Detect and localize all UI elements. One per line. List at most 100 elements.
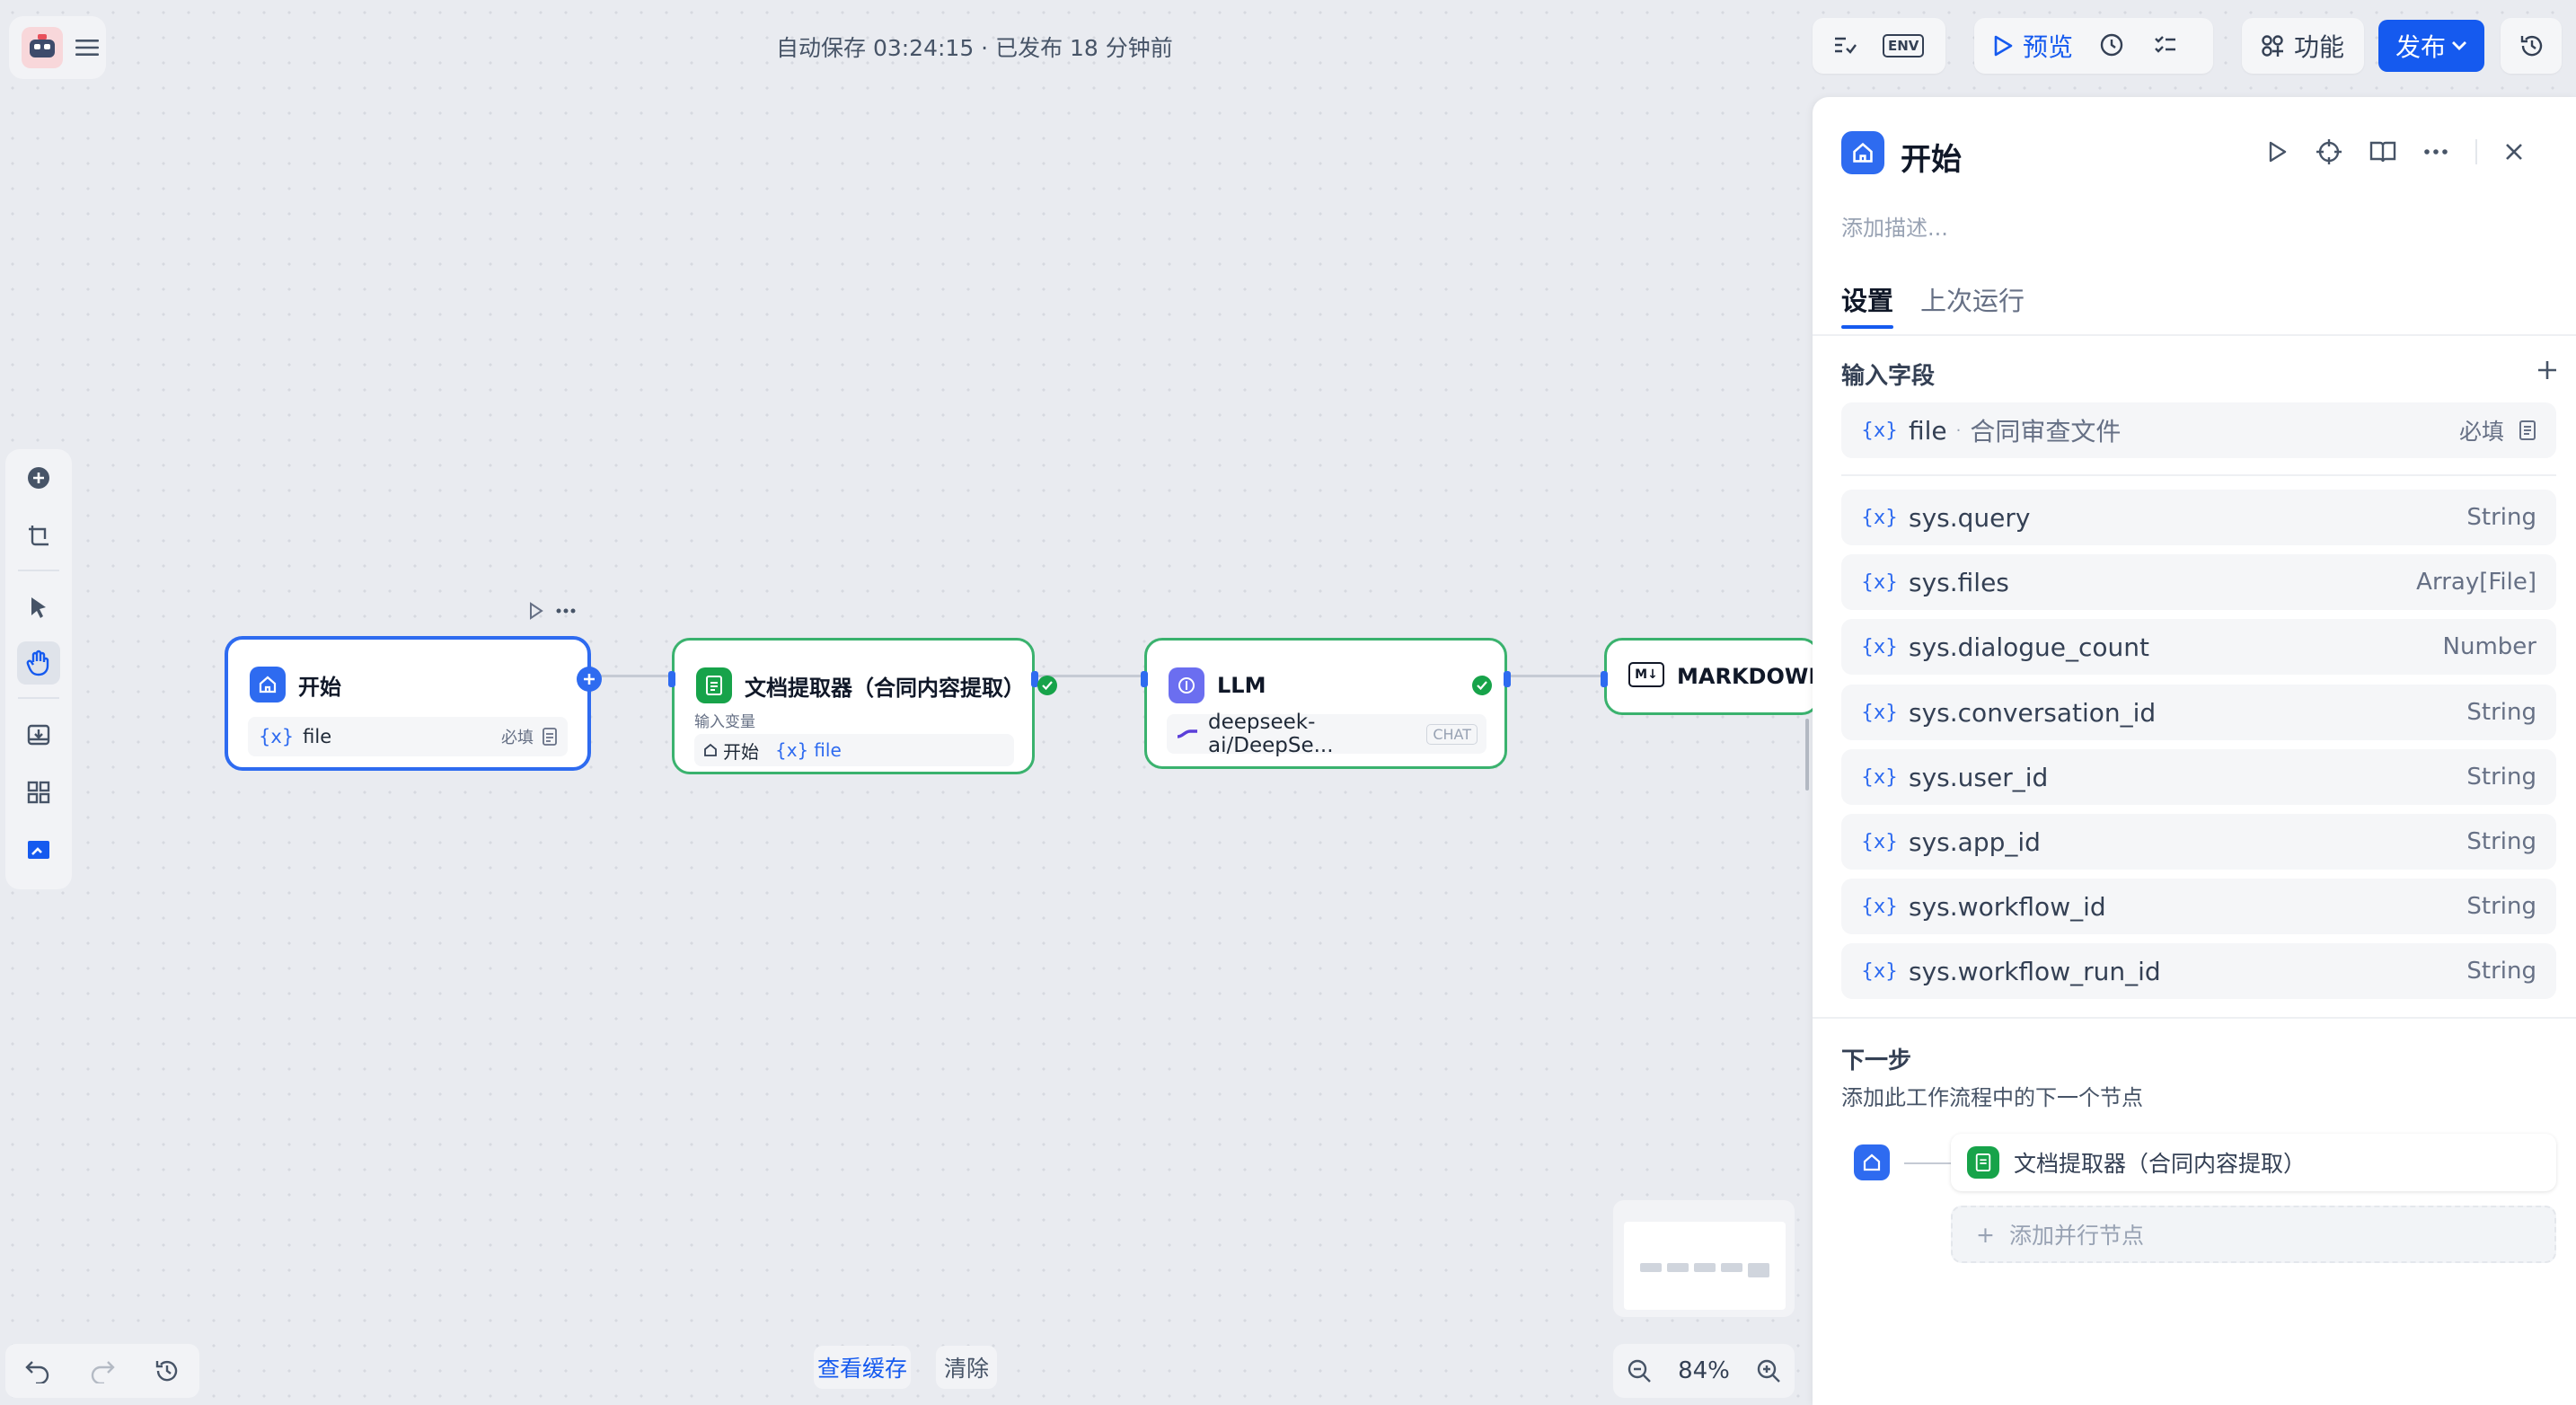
variable-icon: {x} [1861,959,1899,983]
sys-var-name: sys.workflow_run_id [1909,956,2161,986]
redo-icon[interactable] [89,1358,116,1383]
variable-icon: {x} [1861,419,1899,442]
document-extract-icon [1967,1146,1999,1179]
doc-input-src: 开始 [723,740,759,763]
run-node-icon[interactable] [528,602,544,620]
success-check-icon [1472,676,1492,695]
field-required: 必填 [2458,419,2504,445]
run-step-icon[interactable] [2267,139,2289,164]
panel-resize-handle[interactable] [1805,719,1809,791]
plus-icon: + [1976,1221,1995,1248]
clear-button[interactable]: 清除 [936,1346,997,1389]
apps-icon [2260,33,2285,58]
sys-var-name: sys.app_id [1909,826,2041,857]
env-label: ENV [1883,34,1925,57]
sys-var-row: {x} sys.query String [1841,490,2556,545]
zoom-in-icon[interactable] [1756,1358,1781,1383]
more-icon[interactable] [555,607,577,614]
description-input[interactable]: 添加描述... [1841,210,1948,242]
pointer-mode-button[interactable] [17,586,60,629]
document-extract-icon [696,667,732,703]
preview-button[interactable]: 预览 [1983,23,2082,68]
locate-icon[interactable] [2316,138,2342,165]
variable-icon: {x} [1861,570,1899,594]
checklist-icon [1831,32,1857,59]
sys-var-name: sys.user_id [1909,762,2049,792]
llm-node[interactable]: LLM deepseek-ai/DeepSe... CHAT [1141,638,1511,769]
publish-label: 发布 [2395,32,2446,62]
document-icon [543,728,557,746]
tab-settings[interactable]: 设置 [1841,280,1893,318]
minimap[interactable] [1613,1200,1795,1317]
llm-mode-badge: CHAT [1426,723,1478,745]
autosave-status: 自动保存 03:24:15 · 已发布 18 分钟前 [776,35,1173,61]
home-small-icon [703,743,718,757]
run-history-button[interactable] [2089,23,2136,68]
note-icon [26,523,51,548]
llm-model-row: deepseek-ai/DeepSe... CHAT [1167,711,1486,757]
target-handle[interactable] [1141,671,1148,687]
markdown-node[interactable]: M↓ MARKDOWN转 [1601,638,1848,715]
input-field-row[interactable]: {x} file · 合同审查文件 必填 [1841,402,2556,458]
variable-icon: {x} [1861,895,1899,918]
menu-icon[interactable] [75,38,99,57]
next-node-item[interactable]: 文档提取器（合同内容提取） [1951,1134,2556,1191]
app-logo[interactable] [22,27,63,68]
sys-var-row: {x} sys.workflow_run_id String [1841,943,2556,999]
markdown-icon: M↓ [1628,661,1664,687]
history-controls [5,1344,199,1398]
start-node[interactable]: 开始 {x} file 必填 [225,636,602,771]
tabs-divider [1813,334,2576,336]
doc-extractor-node[interactable]: 文档提取器（合同内容提取） 输入变量 开始 {x} file [668,638,1057,774]
sys-var-name: sys.conversation_id [1909,697,2157,728]
variable-icon: {x} [1861,701,1899,724]
zoom-control: 84% [1613,1344,1795,1398]
clock-play-icon [2098,31,2127,60]
checklist-button[interactable] [1822,23,1866,68]
add-note-button[interactable] [17,514,60,557]
publish-button[interactable]: 发布 [2378,20,2484,72]
add-field-icon[interactable] [2536,359,2558,381]
doc-input-var: 开始 {x} file [694,734,1014,766]
cursor-icon [28,595,49,620]
input-fields-title: 输入字段 [1841,363,1936,390]
node-settings-panel: 开始 添加描述... 设置 上次运行 输入字段 {x} file · 合同审查文… [1813,97,2576,1405]
history-icon[interactable] [154,1357,181,1384]
view-cache-button[interactable]: 查看缓存 [814,1346,911,1389]
zoom-out-icon[interactable] [1627,1358,1652,1383]
sys-var-row: {x} sys.files Array[File] [1841,554,2556,610]
connector-line [1904,1162,1951,1164]
divider [1841,474,2556,476]
canvas-tools-bar [5,449,72,889]
home-icon [250,667,286,702]
sys-var-type: String [2466,958,2536,985]
undo-icon[interactable] [24,1358,51,1383]
organize-nodes-button[interactable] [17,771,60,814]
close-icon[interactable] [2504,142,2524,162]
target-handle[interactable] [1601,671,1608,687]
sys-var-type: String [2466,893,2536,920]
edge-start-doc [595,675,672,677]
env-button[interactable]: ENV [1874,23,1933,68]
image-download-icon [26,722,51,747]
export-image-button[interactable] [17,713,60,756]
features-button[interactable]: 功能 [2251,23,2353,68]
zoom-level[interactable]: 84% [1678,1357,1730,1384]
tab-last-run[interactable]: 上次运行 [1920,280,2025,318]
version-history-button[interactable] [2510,23,2554,68]
add-next-node-handle[interactable] [577,667,602,692]
plus-circle-icon [26,465,51,490]
variable-icon: {x} [1861,506,1899,529]
book-icon[interactable] [2369,139,2396,164]
sys-var-type: Array[File] [2416,569,2536,596]
hand-mode-button[interactable] [17,641,60,685]
sys-var-row: {x} sys.user_id String [1841,749,2556,805]
checklist-view-button[interactable] [2143,23,2188,68]
target-handle[interactable] [668,671,675,687]
add-parallel-node-button[interactable]: + 添加并行节点 [1951,1206,2556,1263]
variable-icon: {x} [1861,765,1899,789]
more-icon[interactable] [2423,148,2448,155]
add-node-button[interactable] [17,456,60,499]
source-handle[interactable] [1504,671,1511,687]
minimap-toggle-button[interactable] [17,828,60,871]
